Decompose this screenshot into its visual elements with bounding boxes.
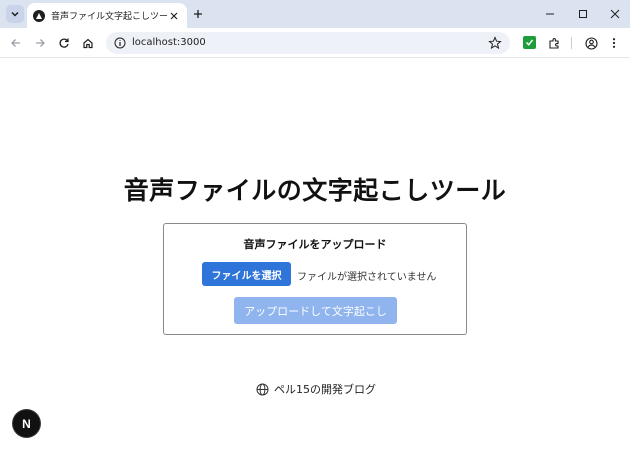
maximize-icon: [579, 10, 587, 18]
blog-link[interactable]: ペル15の開発ブログ: [256, 381, 376, 397]
address-url[interactable]: localhost:3000: [132, 36, 206, 50]
extensions-button[interactable]: [546, 35, 562, 51]
puzzle-icon: [548, 37, 559, 49]
plus-icon: [194, 10, 202, 18]
kebab-icon: [612, 38, 616, 48]
browser-toolbar: localhost:3000: [0, 28, 630, 58]
page-title: 音声ファイルの文字起こしツール: [123, 176, 507, 205]
upload-transcribe-button[interactable]: アップロードして文字起こし: [234, 297, 397, 324]
browser-tab-active[interactable]: 音声ファイル文字起こしツール: [27, 3, 187, 28]
arrow-right-icon: [36, 39, 45, 47]
star-icon[interactable]: [488, 36, 502, 50]
reload-icon: [59, 38, 69, 48]
reload-button[interactable]: [56, 35, 72, 51]
globe-icon: [256, 383, 269, 395]
profile-icon: [584, 36, 598, 50]
minimize-icon: [546, 13, 554, 15]
profile-button[interactable]: [583, 35, 599, 51]
minimize-button[interactable]: [540, 4, 560, 24]
check-icon: [525, 39, 534, 46]
info-icon[interactable]: [114, 37, 126, 49]
nextjs-dev-badge[interactable]: N: [13, 410, 40, 437]
window-close-button[interactable]: [605, 4, 625, 24]
triangle-logo-icon: [33, 9, 45, 22]
forward-button[interactable]: [32, 35, 48, 51]
extension-check-button[interactable]: [523, 36, 536, 49]
toolbar-separator: [571, 37, 572, 49]
file-status-text: ファイルが選択されていません: [297, 272, 437, 283]
nextjs-logo-letter: N: [22, 416, 31, 431]
upload-card: 音声ファイルをアップロード ファイルを選択 ファイルが選択されていません アップ…: [163, 223, 467, 335]
blog-link-text[interactable]: ペル15の開発ブログ: [274, 381, 376, 397]
tab-search-button[interactable]: [6, 5, 24, 23]
choose-file-button[interactable]: ファイルを選択: [202, 262, 291, 286]
new-tab-button[interactable]: [190, 6, 206, 22]
chevron-down-icon: [11, 11, 19, 17]
maximize-button[interactable]: [573, 4, 593, 24]
arrow-left-icon: [11, 39, 20, 47]
page-content: 音声ファイルの文字起こしツール 音声ファイルをアップロード ファイルを選択 ファ…: [0, 59, 630, 451]
home-button[interactable]: [80, 35, 96, 51]
close-icon: [170, 12, 178, 19]
back-button[interactable]: [8, 35, 24, 51]
tab-title: 音声ファイル文字起こしツール: [51, 12, 167, 22]
menu-button[interactable]: [606, 35, 622, 51]
tab-close-button[interactable]: [167, 9, 181, 23]
address-bar[interactable]: localhost:3000: [106, 32, 510, 54]
home-icon: [83, 38, 93, 49]
upload-card-title: 音声ファイルをアップロード: [243, 238, 387, 251]
close-icon: [610, 9, 620, 19]
browser-tabstrip: 音声ファイル文字起こしツール: [0, 0, 630, 28]
